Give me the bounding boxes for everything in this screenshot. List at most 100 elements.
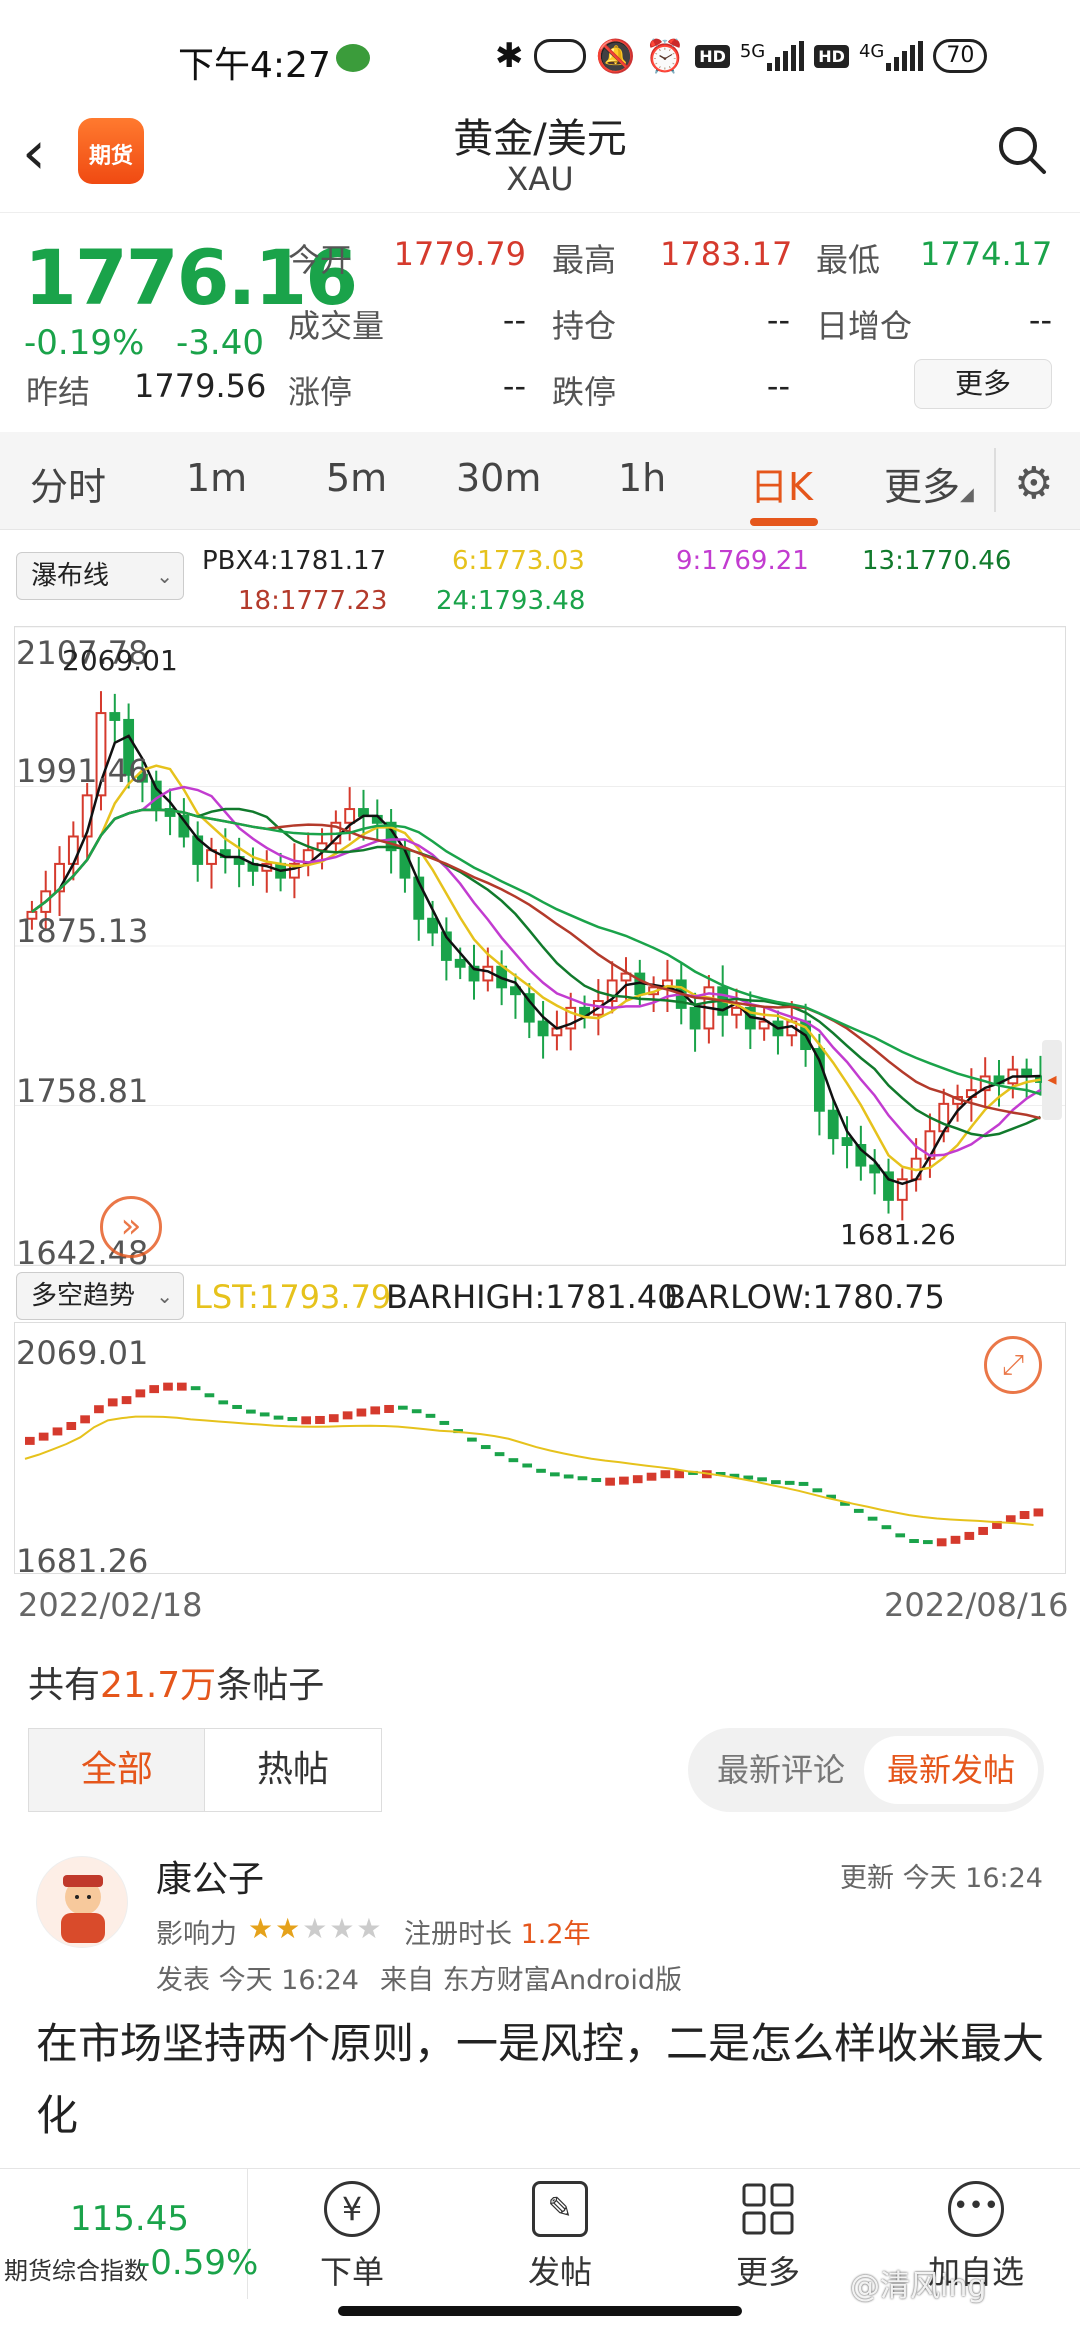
kline-chart[interactable] [14,626,1066,1266]
nav-order[interactable]: ¥ 下单 [282,2181,422,2293]
date-end: 2022/08/16 [884,1586,1069,1624]
index-value: 115.45 [70,2199,189,2239]
trend-dot [398,1405,408,1410]
tab-hot-posts[interactable]: 热帖 [204,1728,382,1812]
change-percent: -0.19% [24,323,145,363]
expand-chart-icon[interactable]: » [100,1196,162,1258]
trend-y-top: 2069.01 [16,1334,149,1372]
influence-label: 影响力 [156,1919,237,1950]
trend-dot [867,1516,878,1521]
register-duration: 注册时长 1.2年 [404,1912,591,1951]
trend-indicator-chart[interactable] [14,1322,1066,1574]
posts-count: 共有21.7万条帖子 [28,1656,324,1708]
main-indicator-label: 瀑布线 [31,561,110,591]
watermark: @清风ing [850,2269,987,2304]
trend-dot [66,1421,77,1430]
trend-dot [508,1458,519,1463]
trend-dot [190,1386,201,1391]
tab-1m[interactable]: 1m [186,456,247,500]
post-content[interactable]: 在市场坚持两个原则，一是风控，二是怎么样收米最大化 [36,2008,1056,2152]
nav-more[interactable]: 更多 [698,2181,838,2293]
bluetooth-icon: ✱ [495,36,524,76]
tab-divider [994,448,996,512]
sort-latest-post[interactable]: 最新发帖 [864,1736,1038,1804]
trend-dot [370,1406,381,1415]
trend-dot [660,1470,671,1479]
trend-dot [909,1539,919,1544]
change-value: -3.40 [176,323,264,363]
trend-dot [771,1480,781,1485]
prev-close-value: 1779.56 [134,367,267,405]
main-indicator-select[interactable]: 瀑布线 ⌄ [16,552,184,600]
app-header: ‹ 期货 黄金/美元 XAU [0,100,1080,212]
nav-post[interactable]: ✎ 发帖 [490,2181,630,2293]
grid-icon [740,2181,796,2237]
search-icon[interactable] [996,124,1048,176]
posts-count-suffix: 条帖子 [216,1665,325,1706]
tab-5m[interactable]: 5m [326,456,387,500]
daily-increase-value: -- [1028,301,1052,339]
bottom-nav: 115.45 期货综合指数 -0.59% ¥ 下单 ✎ 发帖 更多 ••• 加自… [0,2168,1080,2304]
sort-toggle: 最新评论 最新发帖 [688,1728,1044,1812]
limit-down-label: 跌停 [552,373,617,411]
more-quote-button[interactable]: 更多 [914,359,1052,409]
avatar[interactable] [36,1856,128,1948]
post-source: 来自 东方财富Android版 [380,1965,682,1996]
candle-body [689,1006,701,1030]
dots-circle-icon: ••• [948,2181,1004,2237]
home-indicator[interactable] [338,2306,742,2316]
trend-dot [384,1404,394,1413]
trend-dot [52,1427,63,1436]
trend-dot [342,1411,353,1420]
author-name[interactable]: 康公子 [156,1850,264,1902]
trend-dot [632,1475,643,1484]
trend-dot [1033,1508,1044,1517]
trend-dot [425,1413,436,1418]
trend-dot [356,1408,367,1417]
alarm-icon: ⏰ [645,37,686,75]
ma-24: 24:1793.48 [436,586,586,616]
trend-dot [494,1452,505,1457]
tab-daily-k[interactable]: 日K [750,456,813,511]
tab-all-posts[interactable]: 全部 [28,1728,206,1812]
volume-value: -- [502,301,526,339]
sort-latest-comment[interactable]: 最新评论 [694,1736,868,1804]
trend-dot [259,1412,270,1417]
gear-icon[interactable]: ⚙ [1014,458,1053,509]
trend-dot [619,1476,629,1485]
candle-body [454,958,466,968]
limit-up-value: -- [502,367,526,405]
wechat-icon [336,44,370,72]
trend-dot [25,1436,35,1445]
tab-more[interactable]: 更多◢ [884,456,974,511]
updated-time: 更新 今天 16:24 [840,1863,1043,1894]
trend-dot [881,1525,892,1530]
posts-count-prefix: 共有 [28,1665,101,1706]
net-label-5g: 5G [739,41,766,62]
trend-y-bottom: 1681.26 [16,1542,149,1580]
trend-dot [439,1420,450,1425]
low-label: 最低 [816,241,881,279]
index-ticker[interactable]: 115.45 期货综合指数 -0.59% [0,2169,258,2299]
trend-dot [287,1417,298,1422]
ma-line-24 [31,808,1041,1096]
trend-dot [204,1393,215,1398]
candle-body [731,1006,742,1016]
signal-5g-icon: 5G [739,41,805,71]
tab-30m[interactable]: 30m [456,456,541,500]
tab-1h[interactable]: 1h [618,456,666,500]
sub-indicator-select[interactable]: 多空趋势 ⌄ [16,1272,184,1320]
tab-more-label: 更多 [884,465,961,509]
signal-4g-icon: 4G [859,41,924,71]
hd-icon: HD [695,44,730,68]
trend-dot [315,1415,325,1424]
fullscreen-icon[interactable]: ⤢ [984,1336,1042,1394]
trend-svg [24,1382,1044,1547]
high-label: 最高 [552,241,617,279]
battery-icon: 70 [933,39,988,73]
mute-icon: 🔕 [595,37,636,75]
scroll-right-handle[interactable]: ◂ [1042,1040,1062,1120]
limit-down-value: -- [766,367,790,405]
trend-dot [923,1540,933,1545]
tab-intraday[interactable]: 分时 [30,456,106,511]
